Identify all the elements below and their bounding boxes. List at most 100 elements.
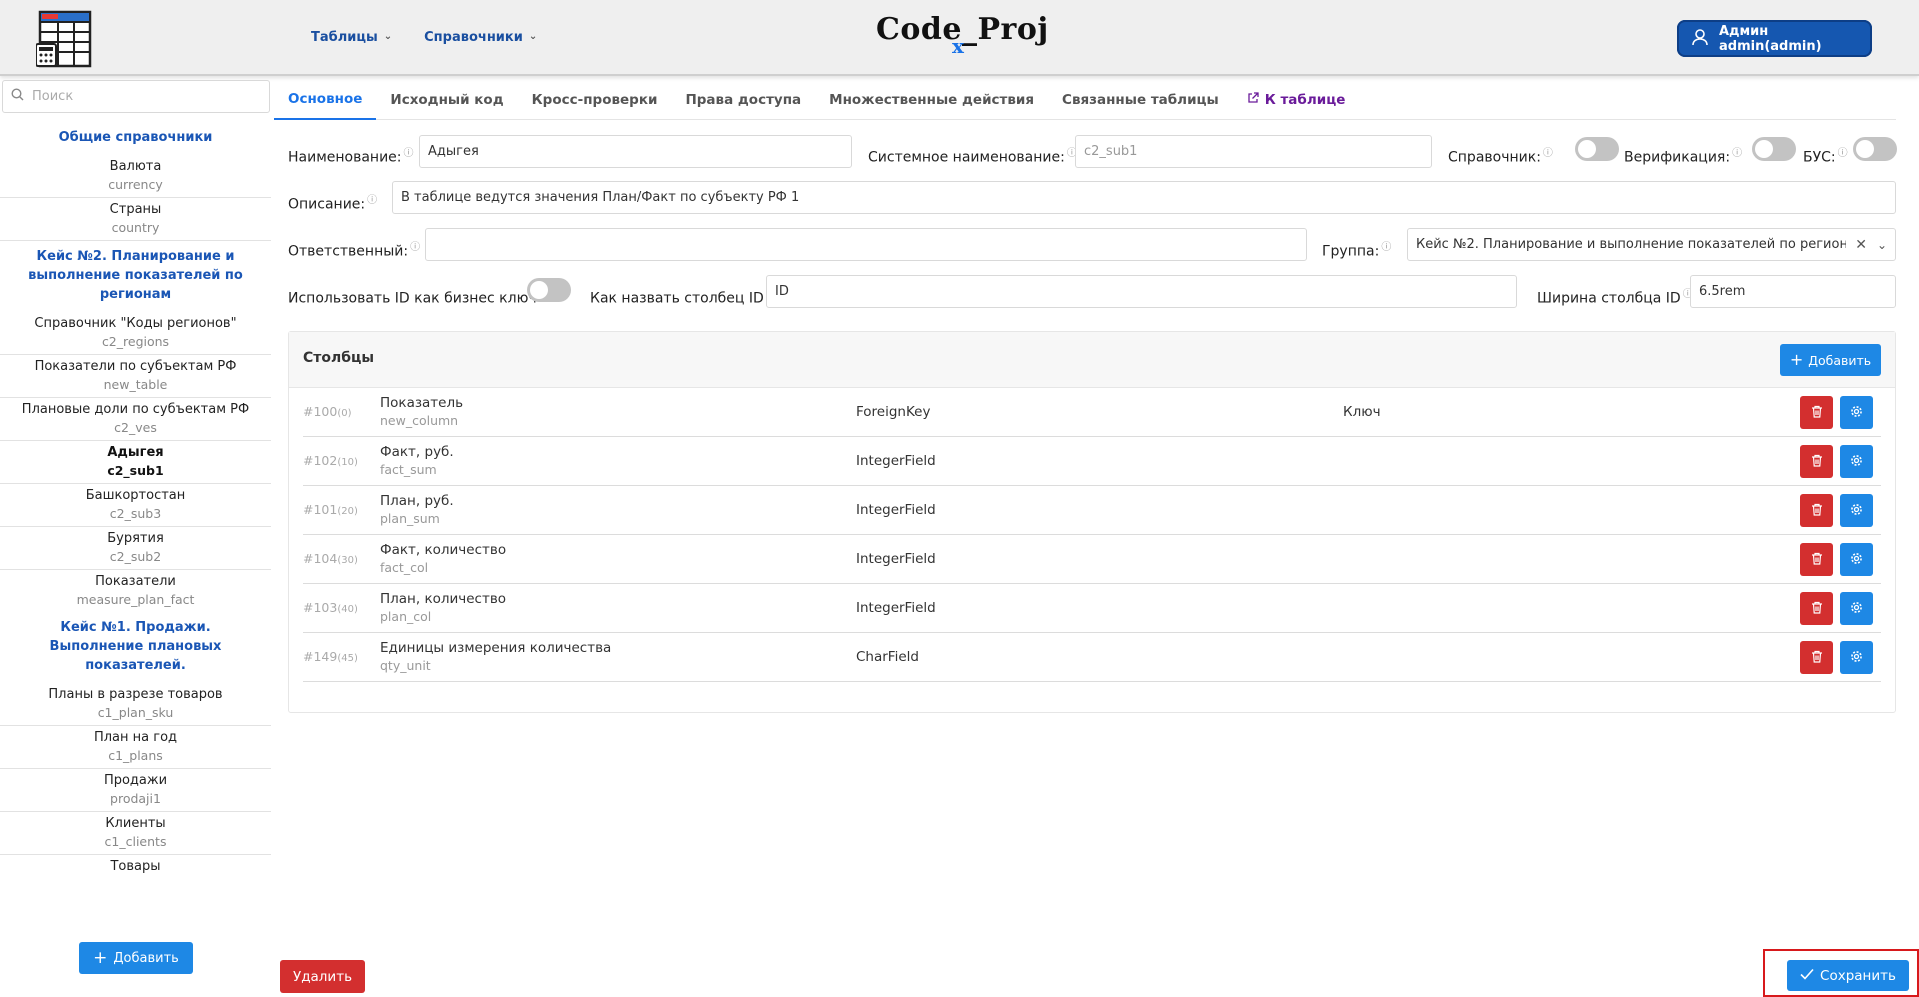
sidebar-item-label: Планы в разрезе товаров: [48, 687, 223, 702]
column-settings-button[interactable]: [1840, 592, 1873, 625]
sidebar-item-measure-plan-fact[interactable]: Показатели measure_plan_fact: [0, 570, 271, 612]
id-width-input[interactable]: 6.5rem: [1690, 275, 1896, 308]
info-icon[interactable]: ⓘ: [410, 242, 420, 253]
sidebar-item-prodaji1[interactable]: Продажи prodaji1: [0, 769, 271, 812]
gear-icon: [1850, 454, 1863, 470]
sidebar-group-title[interactable]: Кейс №1. Продажи. Выполнение плановых по…: [0, 612, 271, 683]
trash-icon: [1811, 405, 1823, 421]
sidebar: Поиск Общие справочники Валюта currency …: [0, 78, 271, 997]
delete-column-button[interactable]: [1800, 592, 1833, 625]
column-settings-button[interactable]: [1840, 445, 1873, 478]
bus-label-text: БУС:: [1803, 149, 1836, 166]
column-settings-button[interactable]: [1840, 396, 1873, 429]
group-select[interactable]: Кейс №2. Планирование и выполнение показ…: [1407, 228, 1896, 261]
trash-icon: [1811, 552, 1823, 568]
id-column-name-label: Как назвать столбец IDⓘ: [590, 285, 776, 307]
app-logo-icon[interactable]: [35, 10, 94, 68]
sidebar-item-code: c2_sub1: [107, 463, 164, 478]
sidebar-item-currency[interactable]: Валюта currency: [0, 155, 271, 198]
delete-column-button[interactable]: [1800, 641, 1833, 674]
id-column-name-input[interactable]: ID: [766, 275, 1517, 308]
description-input[interactable]: В таблице ведутся значения План/Факт по …: [392, 181, 1896, 214]
sidebar-item-c2-ves[interactable]: Плановые доли по субъектам РФ c2_ves: [0, 398, 271, 441]
info-icon[interactable]: ⓘ: [1732, 148, 1742, 159]
sidebar-item-country[interactable]: Страны country: [0, 198, 271, 241]
column-row[interactable]: #101(20) План, руб. plan_sum IntegerFiel…: [303, 486, 1881, 535]
column-type: IntegerField: [856, 502, 936, 518]
column-title: План, количество: [380, 591, 507, 607]
tab-cross-checks[interactable]: Кросс-проверки: [518, 79, 672, 120]
tab-to-table-link[interactable]: К таблице: [1233, 79, 1360, 120]
info-icon[interactable]: ⓘ: [404, 148, 414, 159]
reference-toggle[interactable]: [1575, 137, 1619, 161]
sidebar-group-title[interactable]: Общие справочники: [0, 122, 271, 155]
column-row[interactable]: #104(30) Факт, количество fact_col Integ…: [303, 535, 1881, 584]
sidebar-group-title[interactable]: Кейс №2. Планирование и выполнение показ…: [0, 241, 271, 312]
column-row[interactable]: #149(45) Единицы измерения количества qt…: [303, 633, 1881, 682]
column-row[interactable]: #102(10) Факт, руб. fact_sum IntegerFiel…: [303, 437, 1881, 486]
column-row[interactable]: #100(0) Показатель new_column ForeignKey…: [303, 388, 1881, 437]
search-icon: [11, 88, 24, 105]
info-icon[interactable]: ⓘ: [1543, 148, 1553, 159]
sidebar-item-goods[interactable]: Товары: [0, 855, 271, 880]
sidebar-item-c1-plan-sku[interactable]: Планы в разрезе товаров c1_plan_sku: [0, 683, 271, 726]
chevron-down-icon[interactable]: ⌄: [1877, 238, 1887, 252]
sidebar-item-c2-sub3[interactable]: Башкортостан c2_sub3: [0, 484, 271, 527]
sidebar-add-button[interactable]: + Добавить: [79, 942, 193, 974]
nav-tables-menu[interactable]: Таблицы ⌄: [311, 30, 392, 45]
info-icon[interactable]: ⓘ: [367, 195, 377, 206]
column-field: new_column: [380, 413, 459, 428]
info-icon[interactable]: ⓘ: [1381, 242, 1391, 253]
column-row[interactable]: #103(40) План, количество plan_col Integ…: [303, 584, 1881, 633]
bus-toggle[interactable]: [1853, 137, 1897, 161]
column-settings-button[interactable]: [1840, 641, 1873, 674]
tab-main[interactable]: Основное: [274, 79, 377, 120]
column-settings-button[interactable]: [1840, 543, 1873, 576]
tab-related-tables[interactable]: Связанные таблицы: [1048, 79, 1233, 120]
column-id: #101(20): [303, 502, 358, 517]
column-field: plan_col: [380, 609, 432, 624]
tab-source-code[interactable]: Исходный код: [376, 79, 517, 120]
sidebar-item-code: new_table: [103, 377, 168, 392]
system-name-input[interactable]: c2_sub1: [1075, 135, 1432, 168]
nav-references-menu[interactable]: Справочники ⌄: [424, 30, 537, 45]
sidebar-item-c2-sub2[interactable]: Бурятия c2_sub2: [0, 527, 271, 570]
save-button[interactable]: Сохранить: [1787, 960, 1909, 991]
delete-column-button[interactable]: [1800, 494, 1833, 527]
info-icon[interactable]: ⓘ: [1838, 148, 1848, 159]
sidebar-item-c1-clients[interactable]: Клиенты c1_clients: [0, 812, 271, 855]
delete-column-button[interactable]: [1800, 445, 1833, 478]
sidebar-item-c2-regions[interactable]: Справочник "Коды регионов" c2_regions: [0, 312, 271, 355]
add-column-button[interactable]: + Добавить: [1780, 344, 1881, 376]
clear-icon[interactable]: ✕: [1855, 237, 1867, 253]
name-input[interactable]: Адыгея: [419, 135, 852, 168]
tab-access-rights[interactable]: Права доступа: [671, 79, 815, 120]
sidebar-item-code: c2_sub2: [109, 549, 162, 564]
nav-label: Таблицы: [311, 30, 378, 45]
sidebar-item-new-table[interactable]: Показатели по субъектам РФ new_table: [0, 355, 271, 398]
column-type: CharField: [856, 649, 919, 665]
column-name: Единицы измерения количества qty_unit: [380, 640, 611, 674]
user-menu-button[interactable]: Админ admin(admin): [1677, 20, 1872, 57]
use-id-toggle[interactable]: [527, 278, 571, 302]
sidebar-item-label: Бурятия: [107, 531, 164, 546]
delete-column-button[interactable]: [1800, 396, 1833, 429]
responsible-input[interactable]: [425, 228, 1307, 261]
delete-table-button[interactable]: Удалить: [280, 960, 365, 993]
delete-column-button[interactable]: [1800, 543, 1833, 576]
verification-toggle[interactable]: [1752, 137, 1796, 161]
column-id: #100(0): [303, 404, 352, 419]
brand-sub: x: [952, 34, 965, 58]
search-input[interactable]: Поиск: [32, 89, 73, 104]
sidebar-search[interactable]: Поиск: [2, 80, 270, 113]
user-label: Админ admin(admin): [1719, 23, 1822, 54]
system-name-label-text: Системное наименование:: [868, 149, 1065, 166]
responsible-label: Ответственный: ⓘ: [288, 238, 420, 260]
sidebar-item-label: Клиенты: [105, 816, 166, 831]
use-id-label: Использовать ID как бизнес ключⓘ: [288, 285, 549, 307]
column-settings-button[interactable]: [1840, 494, 1873, 527]
column-field: fact_col: [380, 560, 429, 575]
sidebar-item-c2-sub1[interactable]: Адыгея c2_sub1: [0, 441, 271, 484]
tab-bulk-actions[interactable]: Множественные действия: [815, 79, 1048, 120]
sidebar-item-c1-plans[interactable]: План на год c1_plans: [0, 726, 271, 769]
